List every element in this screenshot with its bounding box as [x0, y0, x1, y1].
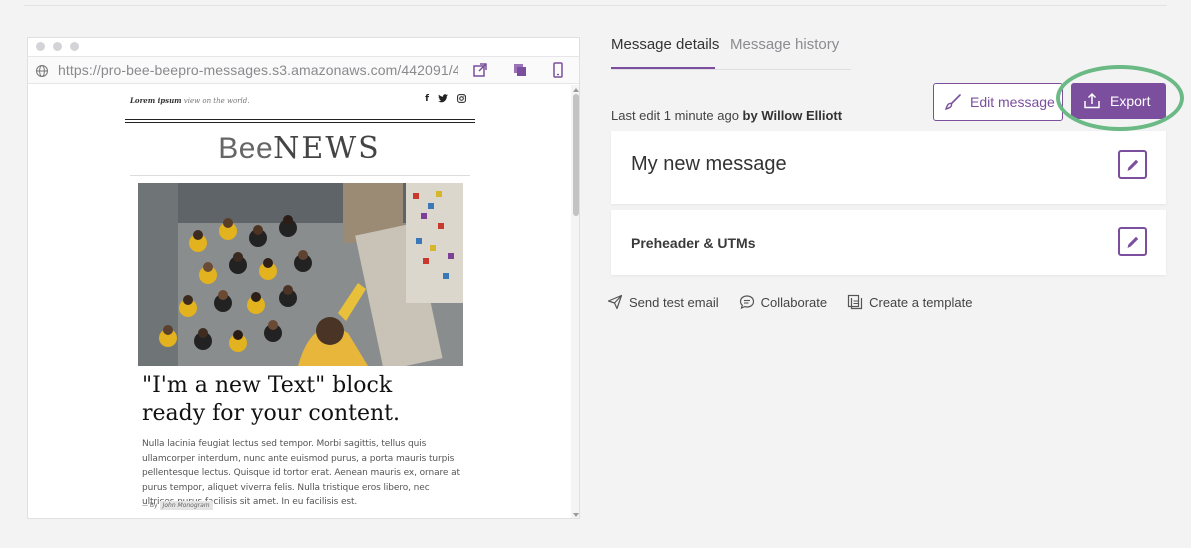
edit-name-button[interactable]: [1118, 150, 1147, 179]
details-tabs: Message details Message history: [611, 34, 851, 70]
last-edit-info: Last edit 1 minute ago by Willow Elliott: [611, 108, 843, 123]
message-preview: https://pro-bee-beepro-messages.s3.amazo…: [27, 37, 580, 519]
active-tab-indicator: [611, 67, 715, 69]
open-external-icon[interactable]: [472, 62, 488, 78]
pencil-icon: [1127, 236, 1138, 248]
tab-message-details[interactable]: Message details: [611, 36, 719, 53]
url-bar: https://pro-bee-beepro-messages.s3.amazo…: [28, 56, 579, 84]
message-actions: Send test email Collaborate Create a tem…: [607, 294, 992, 310]
hero-image: [138, 183, 463, 366]
paper-plane-icon: [607, 294, 623, 310]
create-template-link[interactable]: Create a template: [847, 294, 972, 310]
scroll-down-arrow[interactable]: [573, 513, 579, 517]
social-links: f: [425, 94, 466, 104]
beenews-logo: BeeNEWS: [218, 131, 381, 166]
collaborate-label: Collaborate: [760, 294, 828, 310]
export-icon: [1084, 92, 1100, 109]
email-headline: "I'm a new Text" block ready for your co…: [142, 373, 401, 426]
pencil-icon: [1127, 159, 1138, 171]
preview-url[interactable]: https://pro-bee-beepro-messages.s3.amazo…: [58, 62, 458, 78]
edit-message-label: Edit message: [970, 94, 1055, 110]
edit-preheader-button[interactable]: [1118, 227, 1147, 256]
masthead-rule: [125, 119, 475, 120]
preview-scrollbar[interactable]: [571, 85, 579, 518]
masthead-rule: [125, 122, 475, 123]
email-render: Lorem ipsum view on the world. f BeeNEWS: [28, 85, 579, 518]
facebook-icon[interactable]: f: [425, 94, 429, 104]
mobile-view-icon[interactable]: [551, 62, 565, 78]
send-test-email-label: Send test email: [629, 294, 719, 310]
edit-message-button[interactable]: Edit message: [933, 83, 1063, 121]
email-body-text: Nulla lacinia feugiat lectus sed tempor.…: [142, 439, 460, 507]
email-tagline: Lorem ipsum view on the world.: [130, 96, 250, 105]
top-divider: [24, 5, 1167, 6]
scroll-thumb[interactable]: [573, 94, 579, 216]
template-icon: [848, 294, 863, 310]
scroll-up-arrow[interactable]: [573, 88, 579, 92]
export-label: Export: [1110, 93, 1151, 109]
instagram-icon[interactable]: [457, 94, 466, 103]
window-dots: [36, 42, 79, 51]
desktop-view-icon[interactable]: [512, 62, 528, 78]
message-name-card: My new message: [611, 131, 1166, 204]
twitter-icon[interactable]: [438, 94, 448, 103]
brush-icon: [944, 94, 961, 111]
collaborate-link[interactable]: Collaborate: [739, 294, 828, 310]
preheader-title: Preheader & UTMs: [631, 235, 756, 251]
tab-message-history[interactable]: Message history: [730, 36, 839, 53]
create-template-label: Create a template: [869, 294, 973, 310]
export-button[interactable]: Export: [1071, 83, 1166, 119]
logo-rule: [130, 175, 470, 176]
chat-bubble-icon: [739, 295, 754, 310]
email-content: Lorem ipsum view on the world. f BeeNEWS: [125, 85, 475, 518]
send-test-email-link[interactable]: Send test email: [607, 294, 719, 310]
email-byline: — By John Monogram: [142, 501, 213, 510]
preheader-card: Preheader & UTMs: [611, 210, 1166, 275]
message-name: My new message: [631, 153, 787, 175]
globe-icon: [36, 65, 48, 77]
